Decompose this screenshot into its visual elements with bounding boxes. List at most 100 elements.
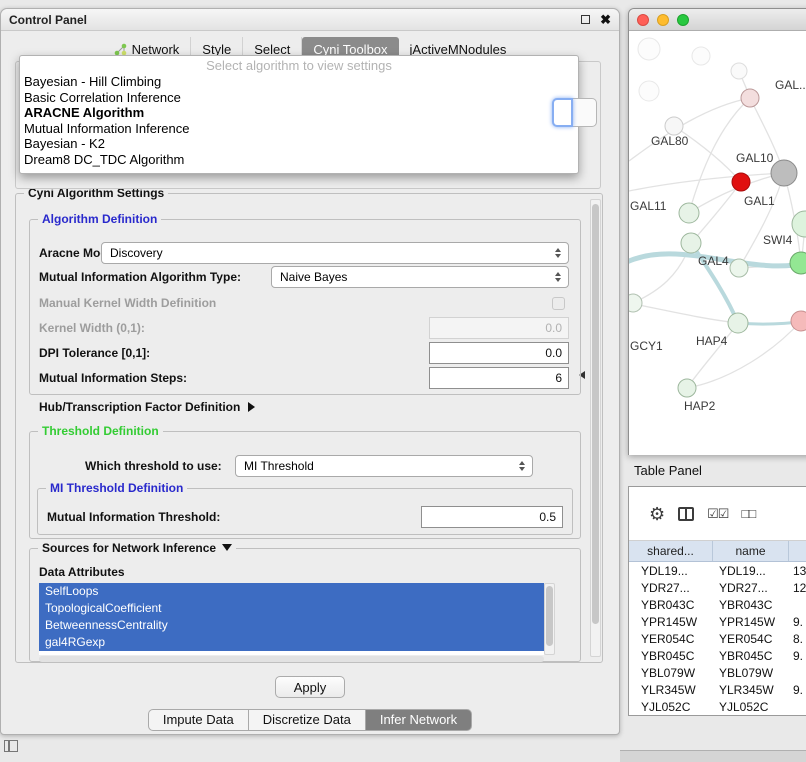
- column-header-shared[interactable]: shared...: [629, 541, 713, 561]
- network-node[interactable]: [790, 252, 806, 274]
- bottom-tabbar: Impute Data Discretize Data Infer Networ…: [1, 709, 619, 731]
- gear-icon[interactable]: ⚙: [649, 505, 665, 523]
- dpi-tolerance-field[interactable]: [429, 342, 569, 364]
- table-row[interactable]: YBR043CYBR043C: [629, 596, 806, 613]
- network-node[interactable]: [771, 160, 797, 186]
- network-node[interactable]: [665, 117, 683, 135]
- algorithm-dropdown-item[interactable]: ARACNE Algorithm: [20, 105, 578, 121]
- table-cell: YPR145W: [629, 615, 713, 629]
- table-cell: YBR045C: [713, 649, 789, 663]
- mi-algorithm-type-combo[interactable]: Naive Bayes: [271, 266, 569, 288]
- combo-stepper-icon: [519, 461, 525, 471]
- table-cell: YBL079W: [629, 666, 713, 680]
- collapse-down-icon: [222, 544, 232, 551]
- mi-steps-field[interactable]: [429, 367, 569, 389]
- hub-transcription-factor-section[interactable]: Hub/Transcription Factor Definition: [39, 400, 255, 414]
- mi-threshold-label: Mutual Information Threshold:: [47, 510, 220, 524]
- tab-infer-network[interactable]: Infer Network: [365, 709, 472, 731]
- tab-discretize-data[interactable]: Discretize Data: [248, 709, 365, 731]
- algorithm-dropdown-item[interactable]: Basic Correlation Inference: [20, 90, 578, 106]
- network-node[interactable]: [679, 203, 699, 223]
- settings-scrollbar-thumb[interactable]: [592, 204, 599, 624]
- which-threshold-value: MI Threshold: [244, 459, 314, 473]
- dpi-tolerance-label: DPI Tolerance [0,1]:: [39, 346, 150, 360]
- network-canvas[interactable]: GAL...GAL80GAL10GAL11GAL1SWI4GAL4GCY1HAP…: [629, 31, 806, 455]
- mi-algorithm-type-value: Naive Bayes: [280, 270, 347, 284]
- network-svg: GAL...GAL80GAL10GAL11GAL1SWI4GAL4GCY1HAP…: [629, 31, 806, 455]
- table-row[interactable]: YDL19...YDL19...13: [629, 562, 806, 579]
- table-header: shared... name: [629, 541, 806, 562]
- table-cell: YBL079W: [713, 666, 789, 680]
- apply-button[interactable]: Apply: [275, 676, 346, 698]
- table-cell: YDL19...: [713, 564, 789, 578]
- table-row[interactable]: YPR145WYPR145W9.: [629, 613, 806, 630]
- table-cell: YLR345W: [713, 683, 789, 697]
- control-panel-titlebar: Control Panel ✖: [1, 9, 619, 31]
- bottom-window-edge: [620, 750, 806, 762]
- network-node[interactable]: [732, 173, 750, 191]
- table-body: YDL19...YDL19...13YDR27...YDR27...12YBR0…: [629, 562, 806, 715]
- attributes-scrollbar-thumb[interactable]: [546, 586, 553, 646]
- desktop: Control Panel ✖ Network Style Select Cyn…: [0, 0, 806, 762]
- aracne-mode-combo[interactable]: Discovery: [101, 242, 569, 264]
- data-attribute-item[interactable]: SelfLoops: [39, 583, 544, 600]
- settings-scrollbar[interactable]: [590, 199, 601, 657]
- algorithm-combo-button[interactable]: [573, 98, 597, 127]
- minimize-traffic-light[interactable]: [657, 14, 669, 26]
- table-row[interactable]: YER054CYER054C8.: [629, 630, 806, 647]
- kernel-width-field: [429, 317, 569, 339]
- attributes-hscrollbar[interactable]: [39, 656, 544, 662]
- table-cell: 9.: [789, 683, 806, 697]
- deselect-all-icon[interactable]: □□: [741, 507, 755, 520]
- table-cell: 13: [789, 564, 806, 578]
- network-node[interactable]: [741, 89, 759, 107]
- table-row[interactable]: YDR27...YDR27...12: [629, 579, 806, 596]
- mi-threshold-definition-title: MI Threshold Definition: [46, 481, 187, 495]
- table-cell: YDR27...: [629, 581, 713, 595]
- data-attributes-label: Data Attributes: [39, 565, 125, 579]
- expand-right-icon: [248, 402, 255, 412]
- data-attribute-item[interactable]: BetweennessCentrality: [39, 617, 544, 634]
- network-node[interactable]: [731, 63, 747, 79]
- column-header-name[interactable]: name: [713, 541, 789, 561]
- network-node[interactable]: [730, 259, 748, 277]
- hub-section-label: Hub/Transcription Factor Definition: [39, 400, 240, 414]
- table-row[interactable]: YBL079WYBL079W: [629, 664, 806, 681]
- table-row[interactable]: YBR045CYBR045C9.: [629, 647, 806, 664]
- network-node[interactable]: [629, 294, 642, 312]
- which-threshold-combo[interactable]: MI Threshold: [235, 455, 533, 477]
- network-node-label: GAL80: [651, 134, 689, 148]
- algorithm-dropdown: Select algorithm to view settings Bayesi…: [19, 55, 579, 174]
- data-attribute-item[interactable]: TopologicalCoefficient: [39, 600, 544, 617]
- attributes-scrollbar[interactable]: [544, 583, 555, 655]
- zoom-traffic-light[interactable]: [677, 14, 689, 26]
- algorithm-combo-focus-ring[interactable]: [552, 98, 573, 127]
- table-cell: YBR043C: [629, 598, 713, 612]
- close-icon[interactable]: ✖: [600, 13, 611, 26]
- mi-threshold-field[interactable]: [421, 506, 563, 528]
- network-node[interactable]: [681, 233, 701, 253]
- algorithm-dropdown-item[interactable]: Mutual Information Inference: [20, 121, 578, 137]
- combo-stepper-icon: [555, 248, 561, 258]
- panel-dock-icon[interactable]: [4, 740, 18, 752]
- tab-impute-data[interactable]: Impute Data: [148, 709, 248, 731]
- network-node[interactable]: [791, 311, 806, 331]
- dropdown-placeholder: Select algorithm to view settings: [20, 57, 578, 74]
- network-node[interactable]: [728, 313, 748, 333]
- close-traffic-light[interactable]: [637, 14, 649, 26]
- sources-group-title[interactable]: Sources for Network Inference: [38, 541, 236, 555]
- table-cell: YER054C: [713, 632, 789, 646]
- columns-icon[interactable]: [678, 507, 694, 521]
- mi-steps-label: Mutual Information Steps:: [39, 371, 187, 385]
- table-cell: YER054C: [629, 632, 713, 646]
- algorithm-dropdown-item[interactable]: Bayesian - K2: [20, 136, 578, 152]
- network-node[interactable]: [678, 379, 696, 397]
- float-window-icon[interactable]: [581, 15, 590, 24]
- table-row[interactable]: YJL052CYJL052C: [629, 698, 806, 715]
- data-attribute-item[interactable]: gal4RGexp: [39, 634, 544, 651]
- column-header-extra[interactable]: [789, 541, 806, 561]
- algorithm-dropdown-item[interactable]: Bayesian - Hill Climbing: [20, 74, 578, 90]
- table-row[interactable]: YLR345WYLR345W9.: [629, 681, 806, 698]
- algorithm-dropdown-item[interactable]: Dream8 DC_TDC Algorithm: [20, 152, 578, 168]
- select-all-icon[interactable]: ☑☑: [707, 507, 728, 520]
